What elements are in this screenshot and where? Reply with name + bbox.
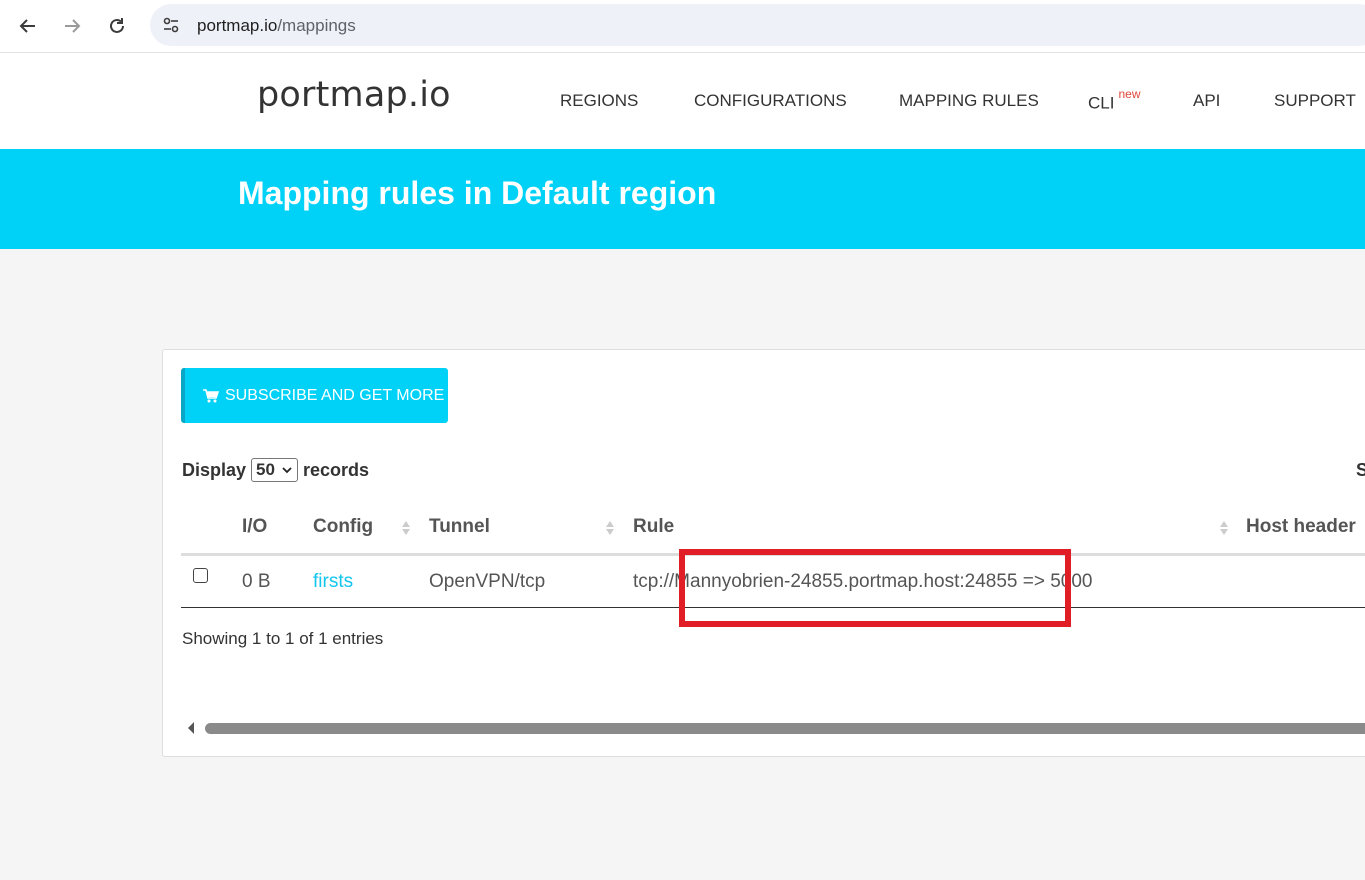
- sort-icon[interactable]: [1219, 520, 1229, 536]
- nav-mapping-rules[interactable]: MAPPING RULES: [899, 91, 1039, 111]
- subscribe-button[interactable]: SUBSCRIBE AND GET MORE: [181, 368, 448, 423]
- reload-icon: [110, 18, 124, 33]
- page-banner: Mapping rules in Default region: [0, 149, 1365, 249]
- browser-toolbar: portmap.io/mappings: [0, 0, 1365, 53]
- records-per-page-select[interactable]: 50: [251, 458, 299, 482]
- nav-configurations[interactable]: CONFIGURATIONS: [694, 91, 847, 111]
- row-select-checkbox[interactable]: [193, 568, 208, 583]
- cell-io: 0 B: [242, 571, 271, 592]
- display-label: Display: [182, 459, 247, 480]
- cart-icon: [203, 388, 219, 403]
- site-header: portmap.io REGIONS CONFIGURATIONS MAPPIN…: [0, 53, 1365, 149]
- arrow-left-icon: [19, 19, 35, 33]
- chevron-down-icon: [282, 467, 292, 474]
- cell-config-link[interactable]: firsts: [313, 571, 353, 593]
- url-host: portmap.io: [197, 16, 278, 35]
- records-label: records: [303, 459, 370, 480]
- horizontal-scrollbar[interactable]: [205, 723, 1365, 734]
- nav-api[interactable]: API: [1193, 91, 1220, 111]
- table-info: Showing 1 to 1 of 1 entries: [182, 629, 384, 648]
- url-text: portmap.io/mappings: [197, 16, 356, 36]
- reload-button[interactable]: [103, 12, 131, 40]
- column-header-io[interactable]: I/O: [242, 516, 267, 538]
- column-header-rule[interactable]: Rule: [633, 516, 674, 538]
- new-badge: new: [1118, 87, 1141, 101]
- subscribe-label: SUBSCRIBE AND GET MORE: [225, 386, 445, 404]
- nav-cli[interactable]: CLI new: [1088, 87, 1140, 114]
- column-header-host-header[interactable]: Host header: [1246, 516, 1356, 538]
- highlight-box: [679, 549, 1071, 627]
- scroll-left-icon[interactable]: [187, 722, 195, 734]
- nav-cli-label: CLI: [1088, 93, 1115, 113]
- sort-icon[interactable]: [605, 520, 615, 536]
- search-label-partial: S: [1356, 460, 1365, 480]
- nav-support[interactable]: SUPPORT: [1274, 91, 1356, 111]
- display-records-control: Display 50 records: [182, 458, 369, 482]
- page-title: Mapping rules in Default region: [238, 175, 717, 211]
- site-settings-icon[interactable]: [162, 16, 180, 34]
- column-header-tunnel[interactable]: Tunnel: [429, 516, 490, 538]
- forward-button[interactable]: [58, 12, 86, 40]
- address-bar[interactable]: portmap.io/mappings: [150, 4, 1365, 46]
- records-per-page-value: 50: [256, 460, 275, 479]
- site-logo[interactable]: portmap.io: [257, 75, 451, 115]
- back-button[interactable]: [14, 12, 42, 40]
- column-header-config[interactable]: Config: [313, 516, 373, 538]
- url-path: /mappings: [277, 16, 356, 35]
- cell-tunnel: OpenVPN/tcp: [429, 571, 546, 592]
- nav-regions[interactable]: REGIONS: [560, 91, 638, 111]
- arrow-right-icon: [65, 19, 81, 33]
- sort-icon[interactable]: [401, 520, 411, 536]
